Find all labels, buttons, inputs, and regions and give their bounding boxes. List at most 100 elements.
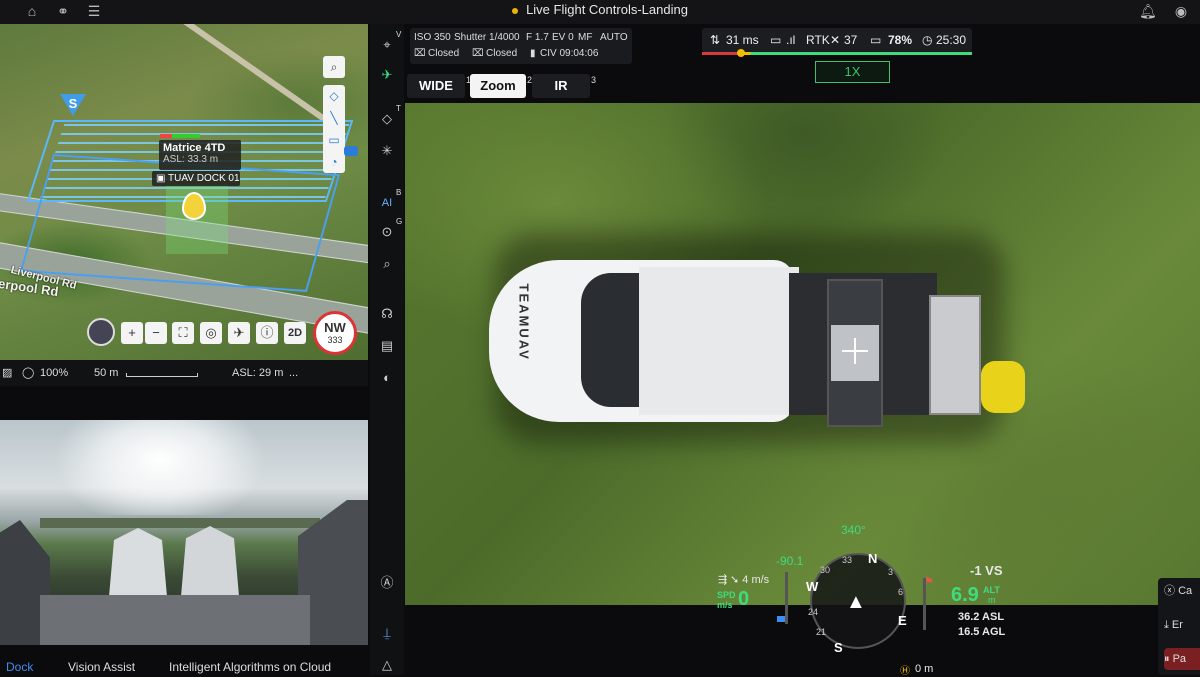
attitude-compass: N E S W 33 30 3 6 24 21 ▲: [806, 543, 907, 661]
speed-label: SPD: [717, 590, 736, 600]
home-distance: 0 m: [915, 663, 934, 675]
compass-tick: 6: [898, 587, 904, 597]
drone-marker-icon[interactable]: [182, 192, 206, 220]
aircraft-control-icon[interactable]: ✈: [378, 66, 396, 84]
account-icon[interactable]: ◉: [1173, 3, 1189, 19]
aircraft-icon[interactable]: ✈: [228, 322, 250, 344]
bell-icon[interactable]: 🔔︎: [1139, 3, 1157, 19]
info-icon[interactable]: ⓘ: [256, 322, 278, 344]
vertical-speed: -1 VS: [970, 563, 1003, 578]
zoom-level-indicator[interactable]: 1X: [815, 61, 890, 83]
target-icon[interactable]: ✳: [378, 142, 396, 160]
lock-icon: ⌧: [472, 48, 484, 59]
tab-ir[interactable]: IR 3: [532, 74, 596, 98]
tab-wide[interactable]: WIDE 1: [407, 74, 471, 98]
altitude-scale: [923, 578, 926, 630]
map-scale: 50 m: [94, 367, 119, 379]
recording-time: CIV 09:04:06: [540, 48, 599, 59]
crosshair-icon[interactable]: ⌖: [378, 36, 396, 54]
pitch-marker: [777, 616, 785, 622]
pause-icon: ⏸: [1164, 653, 1173, 665]
map-edge-marker: [344, 146, 358, 156]
closed-status-1: Closed: [428, 48, 460, 59]
tab-zoom[interactable]: Zoom 2: [470, 74, 532, 98]
tab-vision-assist[interactable]: Vision Assist: [68, 660, 135, 674]
download-icon: ⤓: [1164, 619, 1172, 631]
line-icon[interactable]: ╲: [323, 107, 345, 129]
emergency-button[interactable]: ⤓ Er: [1164, 614, 1200, 636]
tab-intelligent-algorithms[interactable]: Intelligent Algorithms on Cloud: [169, 660, 331, 674]
zoom-out-button[interactable]: −: [145, 322, 167, 344]
more-button[interactable]: ...: [289, 367, 298, 379]
locate-icon[interactable]: ◎: [200, 322, 222, 344]
start-marker[interactable]: S: [60, 94, 86, 116]
layer-thumbnail[interactable]: [87, 318, 115, 346]
agl-value: 16.5 AGL: [958, 626, 1006, 638]
altitude-value: 6.9: [951, 584, 979, 606]
camera-mode: AUTO: [600, 32, 628, 43]
zoom-search-icon[interactable]: ⌕: [378, 255, 396, 273]
latency-value: 31 ms: [726, 33, 759, 47]
zoom-ring-icon: ◯: [22, 367, 35, 379]
light-icon[interactable]: ◐: [378, 369, 396, 387]
compass-tick: 24: [808, 607, 819, 617]
closed-status-2: Closed: [486, 48, 518, 59]
shortcut-label: T: [396, 104, 401, 113]
ai-icon[interactable]: AI: [378, 194, 396, 212]
sd-card-icon: ▮: [530, 48, 536, 59]
search-icon[interactable]: ⌕: [323, 56, 345, 78]
tab-dock[interactable]: Dock: [6, 660, 33, 674]
compass-w: W: [806, 579, 819, 594]
return-marker: [737, 49, 745, 57]
ar-icon[interactable]: Ⓐ: [378, 574, 396, 592]
status-dot: [512, 7, 519, 14]
layers-icon[interactable]: ▨: [2, 366, 12, 379]
zoom-in-button[interactable]: +: [121, 322, 143, 344]
focus-icon[interactable]: ⊙: [378, 223, 396, 241]
title-text: Live Flight Controls-Landing: [526, 2, 688, 17]
aircraft-heading-icon: ▲: [846, 591, 866, 613]
compass-tick: 30: [820, 565, 831, 575]
shortcut-label: G: [396, 217, 403, 226]
iso-value: ISO 350: [414, 32, 451, 43]
rectangle-icon[interactable]: ▭: [323, 129, 345, 151]
flight-time: 25:30: [936, 33, 967, 47]
scale-bar: [126, 373, 198, 377]
button-label: Pa: [1172, 653, 1187, 665]
tab-label: Zoom: [480, 78, 516, 93]
drone-signal-bar: [160, 134, 200, 138]
tab-label: WIDE: [419, 78, 453, 93]
brand-text: TEAMUAV: [516, 283, 532, 361]
pin-icon[interactable]: ◇: [323, 85, 345, 107]
route-icon[interactable]: △: [378, 656, 396, 674]
2d-toggle-button[interactable]: 2D: [284, 322, 306, 344]
document-icon[interactable]: ▤: [378, 337, 396, 355]
circle-icon[interactable]: ◔: [323, 151, 345, 173]
pause-button[interactable]: ⏸ Pa: [1164, 648, 1200, 670]
ev-value: EV 0: [552, 32, 574, 43]
heading-value: 340°: [841, 523, 866, 537]
dock-camera-view[interactable]: [0, 420, 368, 645]
divider: [0, 645, 368, 657]
cancel-button[interactable]: ⓧ Ca: [1164, 580, 1200, 602]
focus-mode: MF: [578, 32, 593, 43]
fit-view-icon[interactable]: ⛶: [172, 322, 194, 344]
treeline: [40, 518, 320, 528]
compass-tick: 21: [816, 627, 827, 637]
rtk-label: RTK: [806, 33, 830, 47]
shortcut-label: B: [396, 188, 402, 197]
map-compass[interactable]: NW 333: [313, 311, 357, 355]
map-panel[interactable]: S Matrice 4TD ASL: 33.3 m ▣ TUAV DOCK 01…: [0, 24, 368, 360]
sky-glare: [0, 420, 368, 515]
path: [166, 24, 334, 127]
dock-tooltip: ▣ TUAV DOCK 01: [152, 171, 240, 186]
speaker-icon[interactable]: ☊: [378, 305, 396, 323]
clock-icon: ◷: [922, 33, 933, 47]
vehicle: TEAMUAV: [489, 255, 1025, 430]
video-icon: ▭: [770, 33, 782, 47]
landing-icon[interactable]: ⍊: [378, 624, 396, 642]
gimbal-pitch: -90.1: [776, 554, 804, 568]
battery-level: 78%: [888, 33, 913, 47]
waypoint-icon[interactable]: ◇: [378, 110, 396, 128]
wind-readout: ➘ 4 m/s: [730, 574, 770, 586]
